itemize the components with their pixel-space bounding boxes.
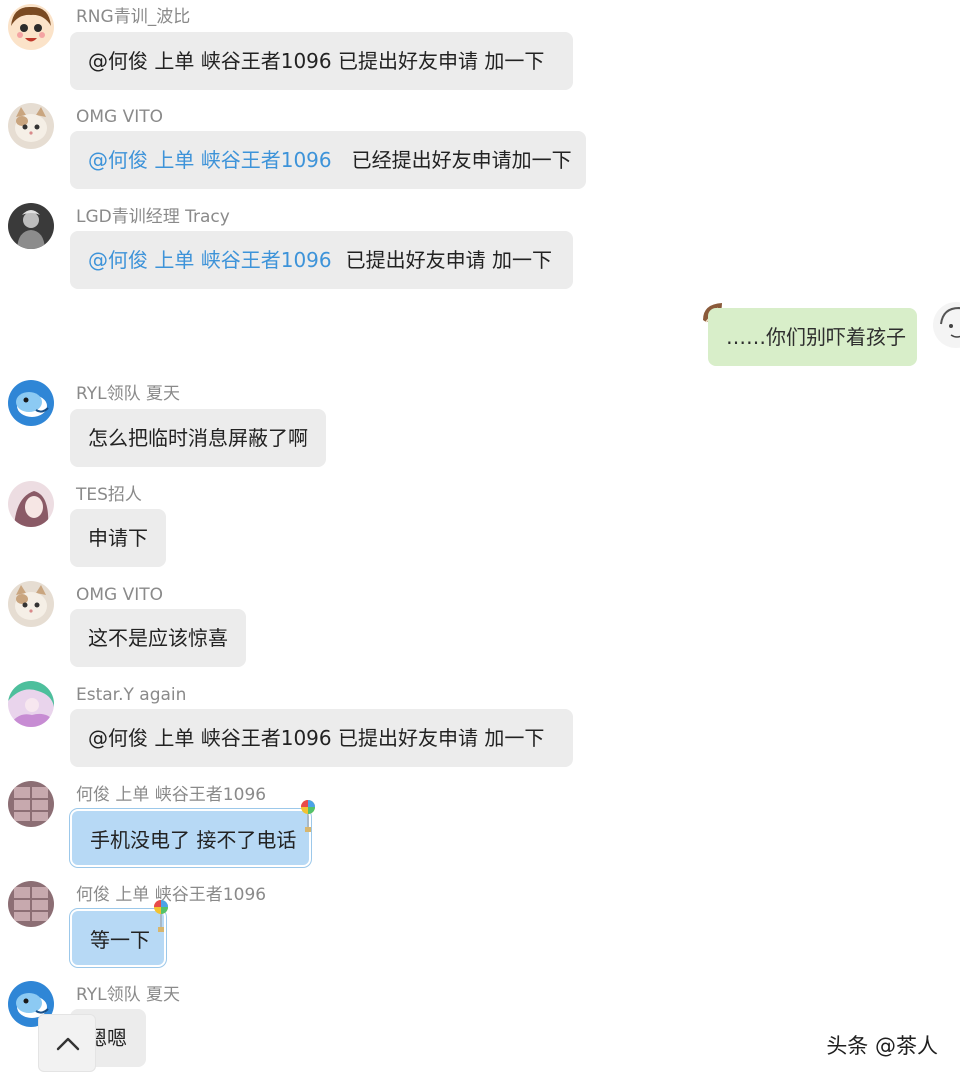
- window-avatar[interactable]: [8, 781, 54, 827]
- message-text: 手机没电了 接不了电话: [90, 828, 297, 852]
- message-bubble[interactable]: @何俊 上单 峡谷王者1096 已经提出好友申请加一下: [70, 131, 586, 189]
- balloon-icon: [301, 800, 315, 832]
- mention-text[interactable]: @何俊 上单 峡谷王者1096: [88, 148, 332, 172]
- message-text: 这不是应该惊喜: [88, 626, 228, 650]
- sender-name: 何俊 上单 峡谷王者1096: [76, 785, 267, 805]
- dolphin-avatar[interactable]: [8, 380, 54, 426]
- sketch-face-avatar[interactable]: [933, 302, 960, 348]
- sender-name: OMG VITO: [76, 107, 164, 127]
- chat-window: RNG青训_波比 @何俊 上单 峡谷王者1096 已提出好友申请 加一下 OMG…: [0, 0, 960, 1081]
- window-avatar[interactable]: [8, 881, 54, 927]
- mention-text[interactable]: @何俊 上单 峡谷王者1096: [88, 248, 332, 272]
- sender-name: LGD青训经理 Tracy: [76, 207, 230, 227]
- own-message-bubble[interactable]: ……你们别吓着孩子: [708, 308, 917, 366]
- sender-name: TES招人: [76, 485, 142, 505]
- cat-avatar[interactable]: [8, 103, 54, 149]
- cartoon-face-avatar[interactable]: [8, 4, 54, 50]
- message-text: 怎么把临时消息屏蔽了啊: [88, 426, 308, 450]
- message-text: 已经提出好友申请加一下: [351, 148, 572, 172]
- sender-name: RNG青训_波比: [76, 7, 191, 27]
- message-bubble[interactable]: 等一下: [70, 909, 166, 967]
- message-text: 等一下: [90, 928, 150, 952]
- gray-figure-avatar[interactable]: [8, 203, 54, 249]
- message-bubble[interactable]: 怎么把临时消息屏蔽了啊: [70, 409, 326, 467]
- pink-portrait-avatar[interactable]: [8, 481, 54, 527]
- message-bubble[interactable]: 这不是应该惊喜: [70, 609, 246, 667]
- message-text: @何俊 上单 峡谷王者1096 已提出好友申请 加一下: [88, 726, 545, 750]
- sender-name: RYL领队 夏天: [76, 985, 180, 1005]
- scroll-up-button[interactable]: [38, 1014, 96, 1072]
- message-bubble[interactable]: 申请下: [70, 509, 166, 567]
- watermark: 头条 @茶人: [826, 1034, 938, 1058]
- balloon-icon: [154, 900, 168, 932]
- sender-name: Estar.Y again: [76, 685, 187, 705]
- message-text: ……你们别吓着孩子: [726, 325, 906, 349]
- sender-name: OMG VITO: [76, 585, 164, 605]
- message-text: 申请下: [88, 526, 148, 550]
- message-bubble[interactable]: @何俊 上单 峡谷王者1096 已提出好友申请 加一下: [70, 32, 573, 90]
- message-bubble[interactable]: 手机没电了 接不了电话: [70, 809, 311, 867]
- sender-name: 何俊 上单 峡谷王者1096: [76, 885, 267, 905]
- chevron-up-icon: [56, 1037, 80, 1051]
- message-bubble[interactable]: @何俊 上单 峡谷王者1096 已提出好友申请 加一下: [70, 231, 573, 289]
- cat-avatar[interactable]: [8, 581, 54, 627]
- message-text: @何俊 上单 峡谷王者1096 已提出好友申请 加一下: [88, 49, 545, 73]
- sender-name: RYL领队 夏天: [76, 384, 180, 404]
- colorful-avatar[interactable]: [8, 681, 54, 727]
- message-text: 已提出好友申请 加一下: [345, 248, 552, 272]
- message-bubble[interactable]: @何俊 上单 峡谷王者1096 已提出好友申请 加一下: [70, 709, 573, 767]
